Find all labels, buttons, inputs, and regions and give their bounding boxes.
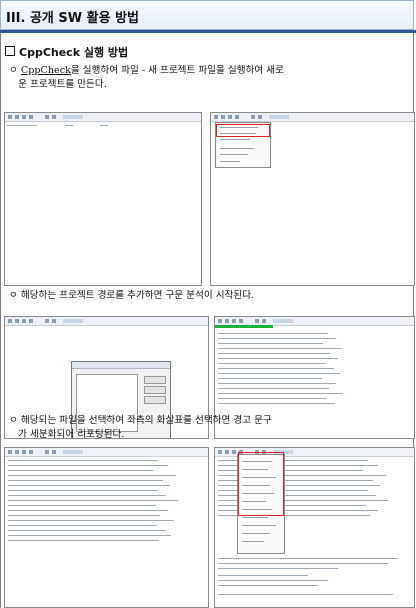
section-header: III. 공개 SW 활용 방법 (0, 0, 414, 30)
document-page: III. 공개 SW 활용 방법 CppCheck 실행 방법 ㅇ CppChe… (0, 0, 416, 608)
progress-bar (215, 325, 273, 328)
screenshot-new-project (4, 112, 202, 286)
step-3-bullet: ㅇ (9, 415, 18, 426)
step-2-text: ㅇ 해당하는 프로젝트 경로를 추가하면 구문 분석이 시작된다. (9, 289, 254, 303)
step-2-line1: 해당하는 프로젝트 경로를 추가하면 구문 분석이 시작된다. (20, 290, 255, 301)
screenshot-file-select (4, 447, 209, 608)
step-1-line1: 을 실행하여 파일 - 새 프로젝트 파일을 실행하여 새로 (70, 65, 284, 76)
step-3-text: ㅇ 해당되는 파일을 선택하여 좌측의 화살표를 선택하면 경고 문구 가 세분… (9, 414, 272, 442)
highlight-box (238, 452, 284, 516)
content-box: CppCheck 실행 방법 ㅇ CppCheck을 실행하여 파일 - 새 프… (0, 33, 415, 608)
screenshot-toolbar (5, 113, 201, 122)
step-1-text: ㅇ CppCheck을 실행하여 파일 - 새 프로젝트 파일을 실행하여 새로… (9, 64, 284, 92)
highlight-box (216, 124, 270, 137)
checkbox-icon (5, 46, 15, 56)
step-3-line2: 가 세분화되어 리포팅된다. (18, 429, 125, 440)
step-2-bullet: ㅇ (9, 290, 18, 301)
screenshot-file-menu (210, 112, 415, 286)
step-1-bullet: ㅇ (9, 65, 18, 76)
screenshot-warning-report (214, 447, 415, 608)
step-3-line1: 해당되는 파일을 선택하여 좌측의 화살표를 선택하면 경고 문구 (20, 415, 272, 426)
step-1-line2: 운 프로젝트를 만든다. (18, 79, 107, 90)
screenshot-toolbar (211, 113, 414, 122)
screenshot-toolbar (5, 448, 208, 457)
screenshot-toolbar (5, 317, 208, 326)
cppcheck-link[interactable]: CppCheck (21, 65, 71, 76)
section-title: III. 공개 SW 활용 방법 (6, 11, 140, 26)
subsection-heading: CppCheck 실행 방법 (5, 44, 128, 60)
subsection-title: CppCheck 실행 방법 (19, 46, 129, 59)
